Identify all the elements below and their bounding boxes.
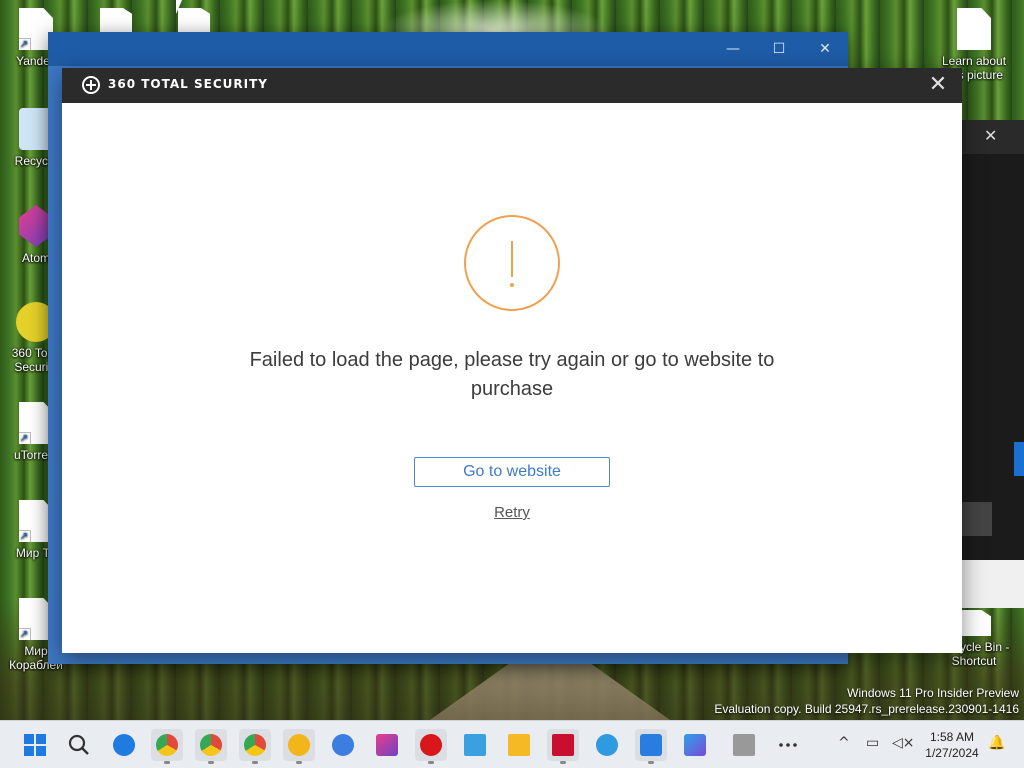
taskbar: ^ ▭ ◁× 1:58 AM 1/27/2024 🔔 (0, 720, 1024, 768)
maximize-button[interactable]: ☐ (764, 38, 794, 60)
taskbar-app-opera[interactable] (415, 729, 447, 764)
running-indicator (164, 761, 170, 764)
taskbar-app-edge-pre[interactable] (108, 729, 140, 761)
wallpaper-path (430, 660, 670, 720)
taskbar-app-control-panel[interactable] (459, 729, 491, 761)
cart-icon (733, 734, 755, 756)
mouse-cursor-icon (176, 0, 182, 14)
side-window-highlight (1014, 442, 1024, 476)
shortcut-arrow-icon: ↗ (19, 38, 31, 50)
running-indicator (208, 761, 214, 764)
dialog-brand: 360 TOTAL SECURITY (108, 77, 268, 91)
file-icon[interactable] (178, 8, 210, 32)
retry-link[interactable]: Retry (462, 504, 562, 521)
yellow-browser-icon (288, 734, 310, 756)
dialog-titlebar: 360 TOTAL SECURITY ✕ (62, 68, 962, 103)
taskbar-app-store[interactable] (635, 729, 667, 764)
edge-pre-icon (113, 734, 135, 756)
watermark-line-1: Windows 11 Pro Insider Preview (847, 686, 1019, 700)
dialog-close-button[interactable]: ✕ (926, 74, 950, 98)
opera-icon (420, 734, 442, 756)
taskbar-app-explorer[interactable] (503, 729, 535, 761)
side-window-button[interactable] (960, 502, 992, 536)
clock-time: 1:58 AM (929, 730, 975, 744)
show-hidden-icons-button[interactable]: ^ (838, 735, 850, 751)
volume-muted-icon[interactable]: ◁× (892, 735, 915, 751)
running-indicator (252, 761, 258, 764)
chrome-icon (156, 734, 178, 756)
taskbar-app-copilot[interactable] (679, 729, 711, 761)
error-message: Failed to load the page, please try agai… (249, 349, 775, 400)
taskbar-app-chrome[interactable] (151, 729, 183, 764)
running-indicator (648, 761, 654, 764)
start-icon (24, 734, 46, 756)
network-icon[interactable]: ▭ (866, 735, 879, 751)
file-icon (957, 610, 991, 636)
file-icon (957, 8, 991, 50)
atom-icon (376, 734, 398, 756)
warning-icon-bar (511, 241, 513, 277)
go-to-website-button[interactable]: Go to website (414, 457, 610, 487)
360-logo-icon (82, 76, 100, 94)
background-window-titlebar: — ☐ ✕ (48, 32, 848, 66)
start-button[interactable] (19, 729, 51, 761)
shortcut-arrow-icon: ↗ (19, 628, 31, 640)
windows-watermark: Windows 11 Pro Insider Preview Evaluatio… (714, 685, 1019, 717)
chrome-b-icon (200, 734, 222, 756)
copilot-icon (684, 734, 706, 756)
clock[interactable]: 1:58 AM 1/27/2024 (915, 729, 989, 761)
search-icon (68, 734, 89, 755)
taskbar-app-edge-blue[interactable] (591, 729, 623, 761)
close-button[interactable]: ✕ (810, 38, 840, 60)
control-panel-icon (464, 734, 486, 756)
taskbar-app-mir[interactable] (547, 729, 579, 764)
watermark-line-2: Evaluation copy. Build 25947.rs_prerelea… (714, 702, 1019, 716)
side-window-footer (960, 560, 1024, 608)
warning-icon-dot (510, 283, 514, 287)
background-window-right: ✕ (960, 120, 1024, 560)
search-button[interactable] (63, 729, 95, 761)
shortcut-arrow-icon: ↗ (19, 530, 31, 542)
taskbar-more-button[interactable] (772, 729, 804, 761)
taskbar-app-chrome-b[interactable] (195, 729, 227, 764)
taskbar-app-chrome-d[interactable] (239, 729, 271, 764)
file-icon[interactable] (100, 8, 132, 32)
running-indicator (560, 761, 566, 764)
warning-icon (464, 215, 560, 311)
more-icon (779, 743, 797, 747)
taskbar-app-chromium[interactable] (327, 729, 359, 761)
notification-bell-icon[interactable]: 🔔 (988, 735, 1005, 751)
running-indicator (296, 761, 302, 764)
chrome-d-icon (244, 734, 266, 756)
taskbar-app-cart[interactable] (728, 729, 760, 761)
running-indicator (428, 761, 434, 764)
taskbar-app-atom[interactable] (371, 729, 403, 761)
shortcut-arrow-icon: ↗ (19, 432, 31, 444)
purchase-dialog: 360 TOTAL SECURITY ✕ Failed to load the … (62, 68, 962, 653)
store-icon (640, 734, 662, 756)
chromium-icon (332, 734, 354, 756)
mir-icon (552, 734, 574, 756)
close-icon[interactable]: ✕ (984, 126, 997, 145)
minimize-button[interactable]: — (718, 38, 748, 60)
edge-blue-icon (596, 734, 618, 756)
clock-date: 1/27/2024 (925, 746, 979, 760)
taskbar-app-yellow[interactable] (283, 729, 315, 764)
file-explorer-icon (508, 734, 530, 756)
